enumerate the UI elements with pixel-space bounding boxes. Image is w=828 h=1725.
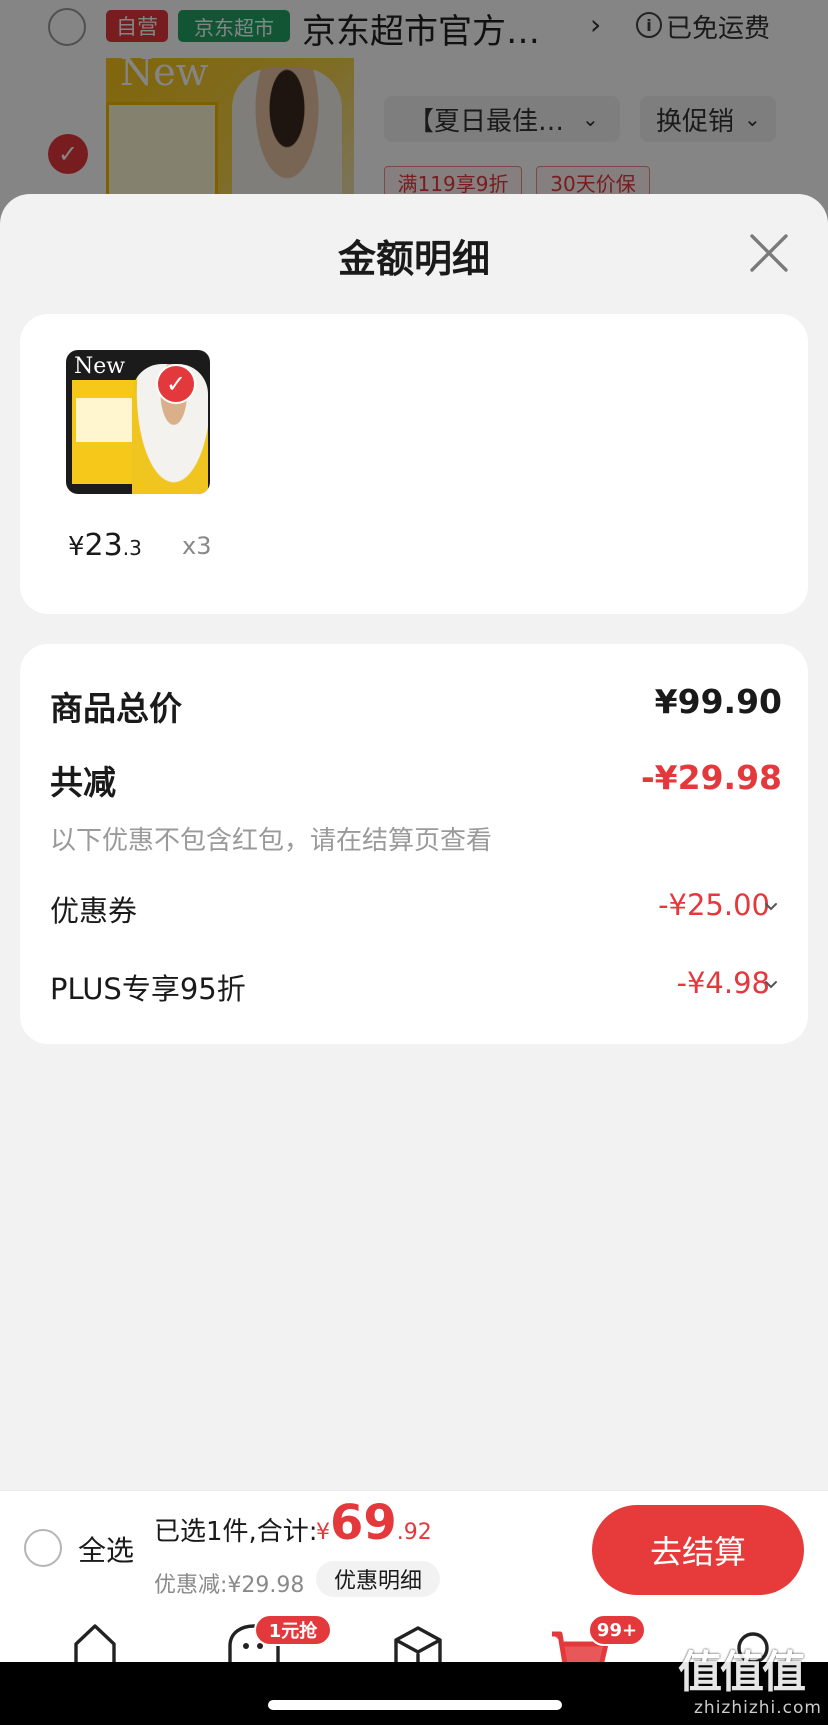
coupon-amount[interactable]: -¥25.00 — [658, 888, 770, 922]
reduce-amount: -¥29.98 — [640, 758, 782, 797]
item-card: New ✓ ¥23.3 x3 — [20, 314, 808, 614]
tab-category[interactable] — [360, 1610, 460, 1662]
plus-discount-label: PLUS专享95折 — [50, 972, 246, 1006]
total-amount: ¥69.92 — [316, 1495, 432, 1551]
reduce-label: 共减 — [50, 763, 116, 802]
total-price-label: 商品总价 — [50, 689, 182, 728]
item-price: ¥23.3 — [68, 528, 142, 563]
close-icon[interactable] — [744, 228, 794, 278]
item-thumbnail[interactable]: New ✓ — [66, 350, 210, 494]
plus-discount-amount[interactable]: -¥4.98 — [677, 966, 771, 1000]
cart-count-badge: 99+ — [588, 1614, 646, 1646]
price-summary-card: 商品总价 ¥99.90 共减 -¥29.98 以下优惠不包含红包，请在结算页查看… — [20, 644, 808, 1044]
item-thumbnail-text: New — [74, 354, 126, 379]
discount-note: 以下优惠不包含红包，请在结算页查看 — [50, 826, 493, 856]
watermark-logo: 值值值 — [678, 1647, 806, 1698]
select-all-label[interactable]: 全选 — [78, 1529, 134, 1569]
item-quantity: x3 — [182, 532, 212, 560]
coupon-label: 优惠券 — [50, 894, 138, 928]
discount-detail-button[interactable]: 优惠明细 — [316, 1561, 440, 1597]
chevron-down-icon[interactable] — [764, 900, 778, 914]
watermark-url: zhizhizhi.com — [694, 1698, 822, 1718]
selected-summary: 已选1件,合计: — [154, 1517, 318, 1547]
item-checked-icon: ✓ — [156, 364, 196, 404]
checkout-bar: 全选 已选1件,合计: ¥69.92 优惠减:¥29.98 优惠明细 去结算 — [0, 1490, 828, 1610]
deal-badge: 1元抢 — [254, 1614, 332, 1646]
box-icon — [394, 1626, 442, 1662]
checkout-button[interactable]: 去结算 — [592, 1505, 804, 1595]
home-indicator[interactable] — [268, 1700, 562, 1710]
amount-detail-sheet: 金额明细 New ✓ ¥23.3 x3 商品总价 ¥99.90 共减 -¥29.… — [0, 194, 828, 1490]
discount-summary: 优惠减:¥29.98 — [154, 1573, 305, 1598]
sheet-title: 金额明细 — [337, 237, 490, 281]
tab-home[interactable] — [42, 1610, 142, 1662]
home-icon — [74, 1624, 116, 1662]
total-price-amount: ¥99.90 — [654, 682, 782, 721]
select-all-radio[interactable] — [24, 1529, 62, 1567]
chevron-down-icon[interactable] — [764, 978, 778, 992]
